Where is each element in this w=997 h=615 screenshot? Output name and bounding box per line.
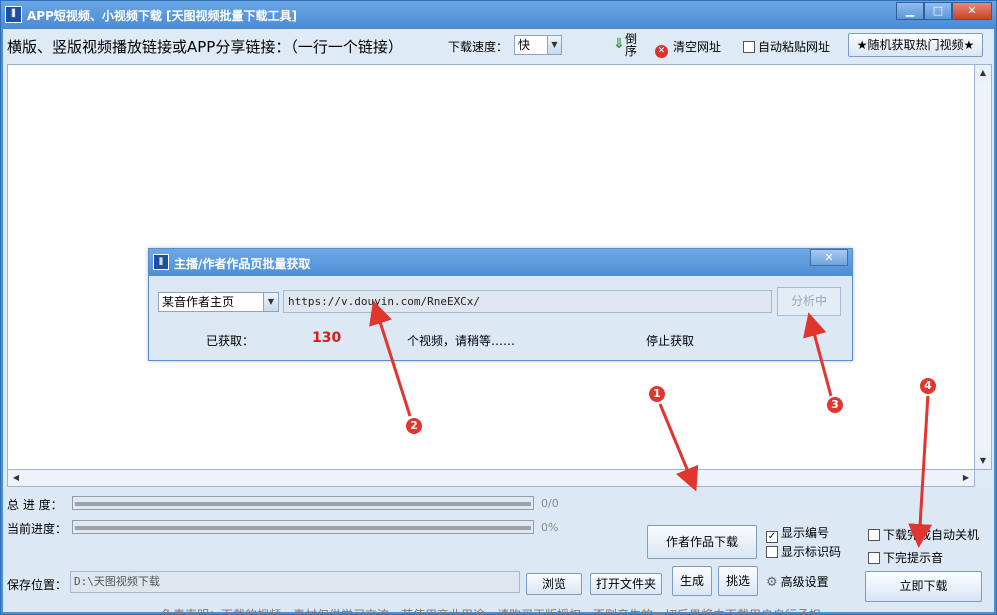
author-works-download-button[interactable]: 作者作品下载	[647, 525, 757, 559]
show-number-checkbox[interactable]: ✓ 显示编号	[766, 524, 829, 543]
random-hot-video-button[interactable]: ★随机获取热门视频★	[848, 33, 983, 57]
advanced-settings-button[interactable]: ⚙ 高级设置	[766, 573, 829, 590]
dialog-close-icon[interactable]: ✕	[810, 249, 848, 266]
source-type-select[interactable]: 某音作者主页 ▼	[158, 292, 279, 312]
bottom-panel: 总 进 度： 0/0 当前进度： 0% 保存位置： D:\天图视频下载 浏览 打…	[3, 487, 994, 615]
dialog-title-bar[interactable]: ⫼ 主播/作者作品页批量获取 ✕	[149, 249, 852, 276]
show-watermark-label: 显示标识码	[781, 545, 842, 559]
scroll-up-icon[interactable]: ▲	[975, 65, 991, 81]
current-progress-text: 0%	[541, 521, 559, 534]
show-number-box[interactable]: ✓	[766, 531, 778, 543]
window-title: APP短视频、小视频下载 [天图视频批量下载工具]	[27, 9, 298, 23]
shutdown-checkbox[interactable]: 下载完成自动关机	[868, 526, 979, 543]
chevron-down-icon[interactable]: ▼	[263, 293, 278, 311]
title-bar[interactable]: ⫼ APP短视频、小视频下载 [天图视频批量下载工具] ▁ □ ✕	[1, 1, 996, 29]
sound-label: 下完提示音	[883, 551, 944, 565]
maximize-button[interactable]: □	[924, 2, 952, 20]
open-folder-button[interactable]: 打开文件夹	[590, 573, 662, 595]
browse-button[interactable]: 浏览	[526, 573, 582, 595]
instruction-label: 横版、竖版视频播放链接或APP分享链接：（一行一个链接）	[7, 38, 403, 56]
speed-value: 快	[518, 38, 531, 52]
dialog-title: 主播/作者作品页批量获取	[174, 257, 311, 271]
clear-urls-label: 清空网址	[673, 40, 722, 54]
window-controls: ▁ □ ✕	[896, 2, 992, 20]
source-type-value: 某音作者主页	[162, 295, 235, 309]
total-progress-text: 0/0	[541, 497, 559, 510]
show-number-label: 显示编号	[781, 526, 830, 540]
arrow-down-icon: ⇓	[613, 36, 625, 52]
shutdown-label: 下载完成自动关机	[883, 528, 980, 542]
reverse-order-button[interactable]: ⇓ 倒序	[611, 32, 641, 60]
annotation-badge-3: 3	[825, 395, 845, 415]
generate-button[interactable]: 生成	[672, 566, 712, 596]
fetched-label: 已获取：	[206, 334, 255, 348]
shutdown-box[interactable]	[868, 529, 880, 541]
current-progress-label: 当前进度：	[7, 522, 68, 536]
analyze-button[interactable]: 分析中	[777, 287, 841, 316]
app-logo-icon: ⫼	[5, 6, 22, 23]
speed-label: 下载速度：	[448, 40, 509, 54]
auto-paste-checkbox[interactable]: 自动粘贴网址	[743, 38, 830, 55]
speed-select[interactable]: 快 ▼	[514, 35, 562, 55]
chevron-down-icon[interactable]: ▼	[547, 36, 561, 54]
save-path-input[interactable]: D:\天图视频下载	[70, 571, 520, 593]
sound-box[interactable]	[868, 552, 880, 564]
close-button[interactable]: ✕	[952, 2, 992, 20]
sound-checkbox[interactable]: 下完提示音	[868, 549, 943, 566]
annotation-badge-1: 1	[647, 384, 667, 404]
scroll-right-icon[interactable]: ▶	[958, 470, 974, 486]
disclaimer-text: 免责声明：下载的视频、素材仅供学习交流，若使用商业用途，请购买正版授权，否则产生…	[161, 608, 834, 615]
app-window: ⫼ APP短视频、小视频下载 [天图视频批量下载工具] ▁ □ ✕ 横版、竖版视…	[0, 0, 997, 615]
download-now-button[interactable]: 立即下载	[865, 571, 982, 602]
pick-button[interactable]: 挑选	[718, 566, 758, 596]
clear-x-icon: ✕	[655, 45, 668, 58]
toolbar: 横版、竖版视频播放链接或APP分享链接：（一行一个链接） 下载速度： 快 ▼ ⇓…	[3, 29, 994, 62]
save-location-label: 保存位置：	[7, 578, 68, 592]
minimize-button[interactable]: ▁	[896, 2, 924, 20]
show-watermark-box[interactable]	[766, 546, 778, 558]
reverse-order-label: 倒序	[625, 32, 638, 58]
vertical-scrollbar[interactable]: ▲ ▼	[975, 64, 992, 470]
auto-paste-label: 自动粘贴网址	[758, 40, 831, 54]
wait-text: 个视频，请稍等……	[407, 334, 516, 348]
scroll-left-icon[interactable]: ◀	[8, 470, 24, 486]
annotation-badge-2: 2	[404, 416, 424, 436]
main-client-area: 横版、竖版视频播放链接或APP分享链接：（一行一个链接） 下载速度： 快 ▼ ⇓…	[3, 29, 994, 615]
clear-urls-button[interactable]: ✕ 清空网址	[655, 38, 721, 58]
horizontal-scrollbar[interactable]: ◀ ▶	[7, 470, 975, 487]
total-progress-label: 总 进 度：	[7, 498, 63, 512]
auto-paste-box[interactable]	[743, 41, 755, 53]
scroll-down-icon[interactable]: ▼	[975, 453, 991, 469]
total-progress-bar	[72, 496, 534, 510]
stop-fetch-button[interactable]: 停止获取	[646, 332, 694, 349]
gear-icon: ⚙	[766, 575, 778, 590]
current-progress-bar	[72, 520, 534, 534]
show-watermark-checkbox[interactable]: 显示标识码	[766, 543, 841, 560]
batch-fetch-dialog: ⫼ 主播/作者作品页批量获取 ✕ 某音作者主页 ▼ https://v.douy…	[148, 248, 853, 361]
app-logo-icon: ⫼	[153, 254, 169, 270]
annotation-badge-4: 4	[918, 376, 938, 396]
author-url-input[interactable]: https://v.douyin.com/RneEXCx/	[283, 290, 772, 313]
fetched-count: 130	[312, 330, 342, 346]
advanced-settings-label: 高级设置	[780, 575, 829, 589]
